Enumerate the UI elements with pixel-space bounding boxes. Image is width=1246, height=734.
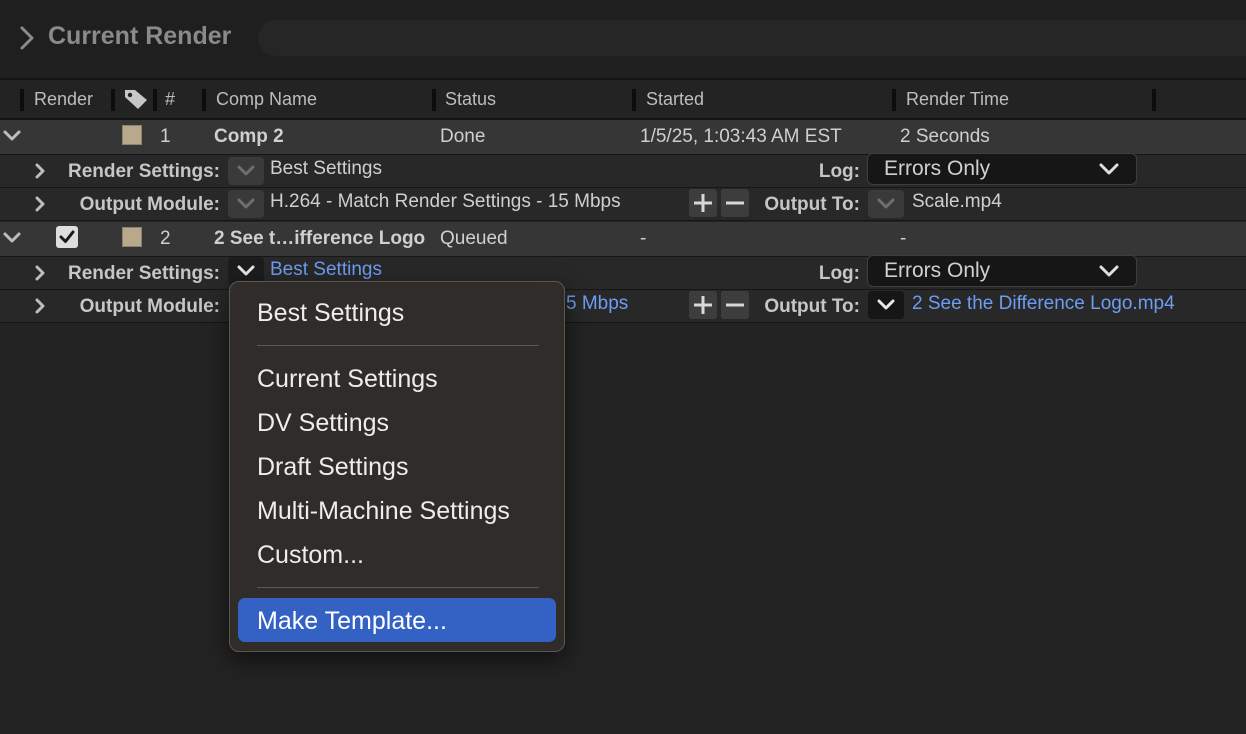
render-settings-dropdown-button[interactable] [228,157,264,185]
comp-name[interactable]: Comp 2 [214,126,284,148]
panel-title: Current Render [48,22,232,50]
panel-expand-chevron-icon[interactable] [16,24,40,52]
log-select[interactable]: Errors Only [867,255,1137,287]
output-to-dropdown-button[interactable] [868,291,904,319]
output-to-dropdown-button[interactable] [868,190,904,218]
render-time: - [900,228,907,249]
started-time: 1/5/25, 1:03:43 AM EST [640,126,842,147]
remove-output-module-button[interactable] [721,189,749,217]
comp-name[interactable]: 2 See t…ifference Logo [214,228,425,250]
collapse-chevron-icon[interactable] [2,129,22,143]
menu-item-current-settings[interactable]: Current Settings [257,365,438,394]
menu-separator [257,345,539,346]
menu-separator [257,587,539,588]
output-module-value[interactable]: 5 Mbps [566,293,628,315]
render-settings-row-1: Render Settings: Best Settings Log: Erro… [0,153,1246,188]
started-time: - [640,228,647,249]
output-module-label: Output Module: [79,194,220,215]
item-number: 1 [160,126,171,147]
label-color-swatch[interactable] [122,227,142,247]
chevron-down-icon [1098,161,1120,177]
output-module-row-1: Output Module: H.264 - Match Render Sett… [0,188,1246,221]
render-time: 2 Seconds [900,126,990,147]
column-separator[interactable] [111,89,115,111]
menu-item-custom[interactable]: Custom... [257,541,364,570]
column-comp-name[interactable]: Comp Name [216,89,317,110]
render-settings-value[interactable]: Best Settings [270,158,382,180]
chevron-down-icon [1098,263,1120,279]
column-separator[interactable] [202,89,206,111]
remove-output-module-button[interactable] [721,291,749,319]
tag-icon[interactable] [123,87,149,111]
item-number: 2 [160,228,171,249]
output-module-label: Output Module: [79,296,220,317]
expand-chevron-icon[interactable] [33,264,47,282]
render-settings-label: Render Settings: [67,161,220,182]
render-queue-item-2[interactable]: 2 2 See t…ifference Logo Queued - - [0,222,1246,257]
column-separator[interactable] [153,89,157,111]
menu-item-dv-settings[interactable]: DV Settings [257,409,389,438]
output-to-label: Output To: [764,194,860,215]
column-render-time[interactable]: Render Time [906,89,1009,110]
output-to-value[interactable]: 2 See the Difference Logo.mp4 [912,293,1175,315]
status-text: Done [440,126,486,147]
column-separator[interactable] [20,89,24,111]
log-label: Log: [818,161,860,182]
render-status-bar [258,20,1246,56]
output-module-value[interactable]: H.264 - Match Render Settings - 15 Mbps [270,191,621,213]
render-queue-item-1[interactable]: 1 Comp 2 Done 1/5/25, 1:03:43 AM EST 2 S… [0,120,1246,155]
expand-chevron-icon[interactable] [33,162,47,180]
log-select-value: Errors Only [884,157,991,180]
render-checkbox[interactable] [56,226,78,248]
column-separator[interactable] [432,89,436,111]
column-started[interactable]: Started [646,89,704,110]
log-select[interactable]: Errors Only [867,153,1137,185]
label-color-swatch[interactable] [122,125,142,145]
menu-item-multi-machine-settings[interactable]: Multi-Machine Settings [257,497,510,526]
render-settings-label: Render Settings: [67,263,220,284]
output-module-dropdown-button[interactable] [228,190,264,218]
add-output-module-button[interactable] [689,189,717,217]
column-number[interactable]: # [165,89,175,110]
render-settings-row-2: Render Settings: Best Settings Log: Erro… [0,255,1246,290]
log-select-value: Errors Only [884,259,991,282]
menu-item-make-template[interactable]: Make Template... [257,607,447,636]
column-status[interactable]: Status [445,89,496,110]
menu-item-draft-settings[interactable]: Draft Settings [257,453,408,482]
column-render[interactable]: Render [34,89,93,110]
column-separator[interactable] [632,89,636,111]
output-to-value[interactable]: Scale.mp4 [912,191,1002,213]
menu-item-best-settings[interactable]: Best Settings [257,299,404,328]
collapse-chevron-icon[interactable] [2,231,22,245]
column-separator[interactable] [1152,89,1156,111]
output-to-label: Output To: [764,296,860,317]
column-header-row: Render # Comp Name Status Started Render… [0,80,1246,120]
log-label: Log: [818,263,860,284]
render-settings-value[interactable]: Best Settings [270,259,382,281]
expand-chevron-icon[interactable] [33,297,47,315]
render-settings-menu: Best Settings Current Settings DV Settin… [229,281,565,652]
status-text: Queued [440,228,508,249]
expand-chevron-icon[interactable] [33,195,47,213]
output-module-row-2: Output Module: 5 Mbps Output To: 2 See t… [0,290,1246,323]
column-separator[interactable] [892,89,896,111]
add-output-module-button[interactable] [689,291,717,319]
